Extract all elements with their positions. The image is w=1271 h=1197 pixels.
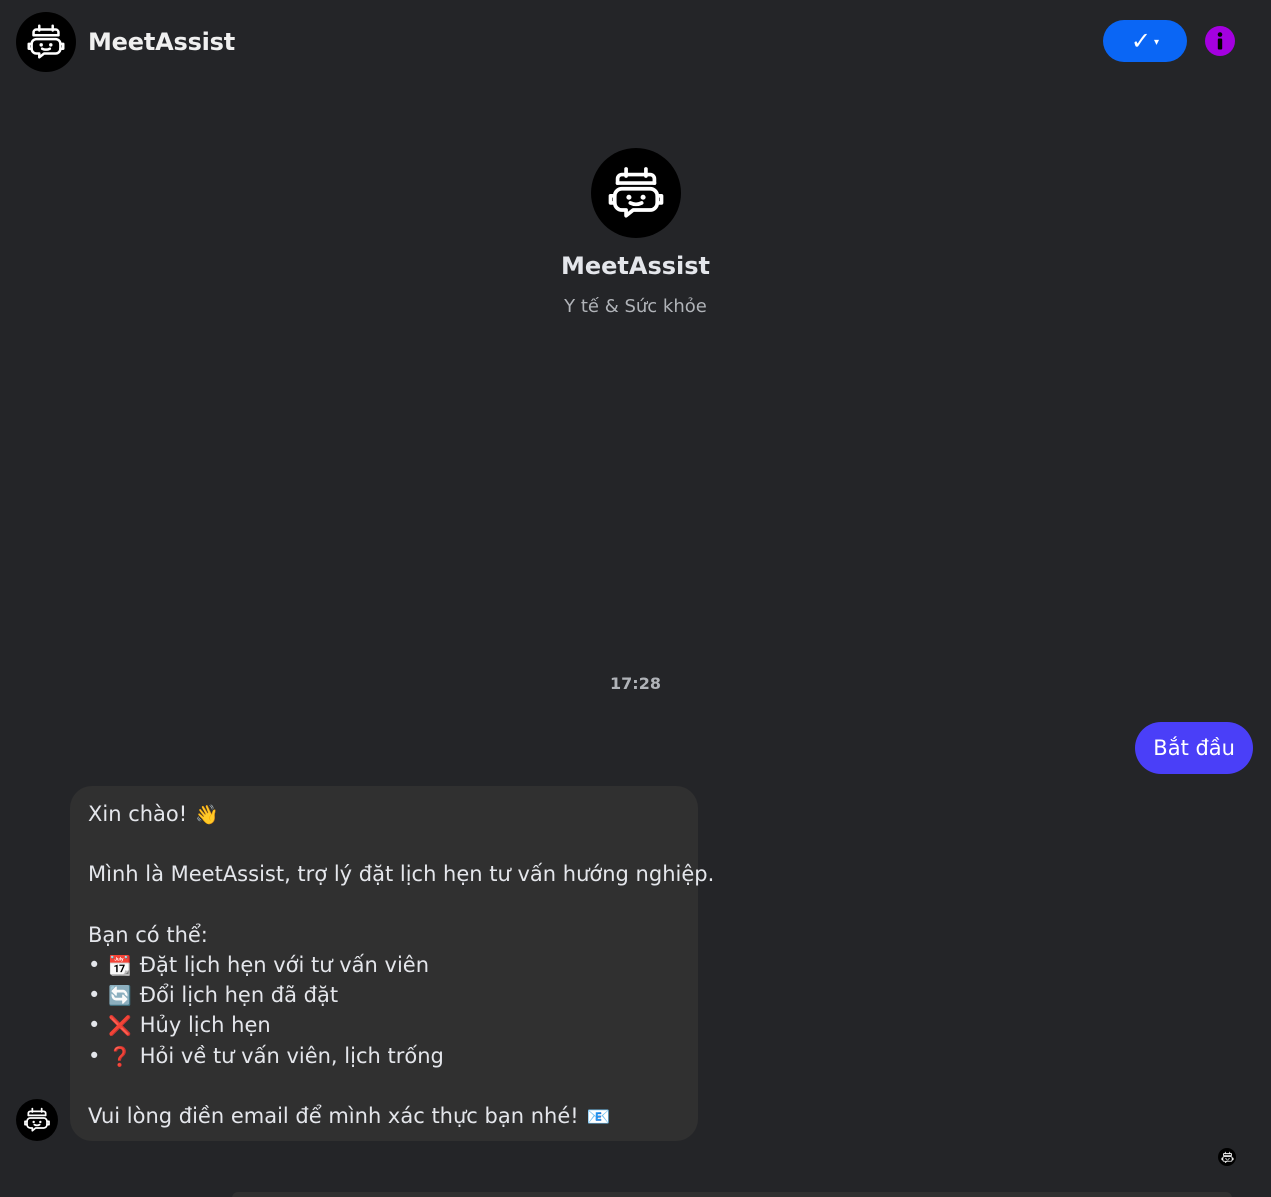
option-item: • 📆 Đặt lịch hẹn với tư vấn viên [88, 950, 680, 980]
robot-calendar-icon [602, 159, 670, 227]
profile-name: MeetAssist [560, 252, 711, 280]
composer-edge [232, 1192, 1232, 1197]
greeting-line: Xin chào! 👋 [88, 799, 680, 829]
option-item: • ❌ Hủy lịch hẹn [88, 1010, 680, 1040]
chat-title[interactable]: MeetAssist [88, 28, 235, 56]
message-avatar[interactable] [16, 1099, 58, 1141]
greeting-text: Xin chào! [88, 802, 188, 826]
message-timestamp: 17:28 [610, 674, 661, 693]
wave-icon: 👋 [195, 804, 219, 826]
option-item: • ❓ Hỏi về tư vấn viên, lịch trống [88, 1041, 680, 1071]
verify-button[interactable]: ✓ ▾ [1103, 20, 1187, 62]
email-icon: 📧 [586, 1105, 611, 1128]
check-icon: ✓ [1130, 27, 1152, 55]
bot-avatar[interactable] [16, 12, 76, 72]
info-icon[interactable] [1205, 26, 1235, 56]
cross-icon: ❌ [108, 1015, 132, 1038]
chat-header: MeetAssist ✓ ▾ [0, 0, 1271, 86]
options-heading: Bạn có thể: [88, 922, 208, 947]
intro-line: Mình là MeetAssist, trợ lý đặt lịch hẹn … [88, 862, 715, 887]
robot-calendar-icon [1220, 1150, 1235, 1165]
closing-line: Vui lòng điền email để mình xác thực bạn… [88, 1101, 680, 1131]
profile-category: Y tế & Sức khỏe [564, 296, 707, 317]
question-icon: ❓ [108, 1045, 132, 1068]
read-receipt-avatar [1218, 1148, 1236, 1166]
chevron-down-icon: ▾ [1154, 37, 1160, 48]
bot-profile: MeetAssist Y tế & Sức khỏe [0, 148, 1271, 317]
profile-avatar[interactable] [590, 148, 681, 238]
bot-message[interactable]: Xin chào! 👋 Mình là MeetAssist, trợ lý đ… [70, 786, 715, 1141]
robot-calendar-icon [21, 1104, 53, 1136]
option-item: • 🔄 Đổi lịch hẹn đã đặt [88, 980, 680, 1010]
calendar-icon: 📆 [108, 954, 132, 977]
chat-window: MeetAssist ✓ ▾ MeetAssist Y tế & Sức khỏ… [0, 0, 1271, 1197]
robot-calendar-icon [23, 19, 69, 65]
refresh-icon: 🔄 [108, 985, 132, 1008]
user-message[interactable]: Bắt đầu [1135, 722, 1253, 774]
